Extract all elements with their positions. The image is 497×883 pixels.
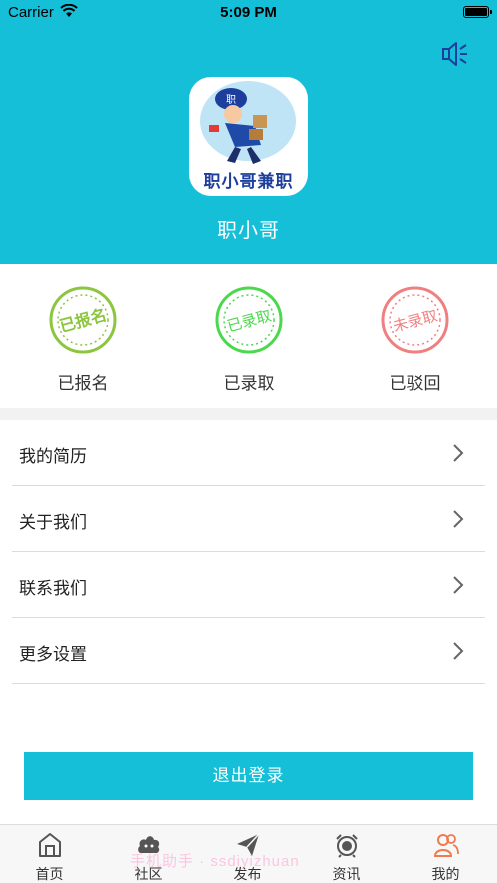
menu-item-label: 联系我们	[19, 579, 87, 598]
status-applied[interactable]: 已报名 已报名	[23, 286, 143, 396]
tab-label: 资讯	[332, 866, 361, 882]
admitted-stamp-text: 已录取	[225, 306, 273, 335]
menu-item-settings[interactable]: 更多设置	[12, 618, 485, 684]
app-name: 职小哥	[217, 220, 280, 242]
tab-news[interactable]: 资讯	[297, 825, 396, 883]
applied-stamp-text: 已报名	[57, 305, 108, 336]
menu-item-resume[interactable]: 我的简历	[12, 420, 485, 486]
menu-item-label: 更多设置	[19, 645, 87, 664]
tab-publish[interactable]: 发布	[198, 825, 297, 883]
tab-label: 发布	[233, 866, 262, 882]
status-rejected-label: 已驳回	[389, 374, 441, 393]
alarm-clock-icon	[336, 834, 358, 858]
menu-item-contact[interactable]: 联系我们	[12, 552, 485, 618]
tab-home[interactable]: 首页	[0, 825, 99, 883]
community-icon	[138, 836, 160, 854]
status-rejected[interactable]: 未录取 已驳回	[355, 286, 475, 396]
menu-item-label: 我的简历	[19, 447, 87, 466]
logout-button[interactable]: 退出登录	[24, 752, 473, 800]
tab-bar: 首页 社区 发布 资讯 我的	[0, 824, 497, 883]
rejected-stamp-text: 未录取	[391, 306, 439, 335]
speaker-icon[interactable]	[440, 40, 470, 68]
status-admitted-label: 已录取	[223, 374, 275, 393]
app-logo: 职 职小哥兼职	[189, 77, 308, 196]
settings-menu: 我的简历 关于我们 联系我们 更多设置	[0, 420, 497, 684]
send-icon	[237, 833, 260, 856]
rejected-stamp-icon: 未录取	[381, 286, 449, 354]
courier-mascot-icon: 职	[200, 81, 296, 164]
tab-label: 社区	[134, 866, 163, 882]
clock: 5:09 PM	[220, 4, 277, 21]
status-bar: Carrier 5:09 PM	[0, 0, 497, 26]
logo-text: 职小哥兼职	[203, 172, 294, 191]
tab-mine[interactable]: 我的	[396, 825, 495, 883]
chevron-right-icon	[453, 510, 464, 528]
chevron-right-icon	[453, 576, 464, 594]
chevron-right-icon	[453, 642, 464, 660]
tab-label: 首页	[35, 866, 64, 882]
menu-item-about[interactable]: 关于我们	[12, 486, 485, 552]
battery-icon	[463, 6, 492, 18]
applied-stamp-icon: 已报名	[49, 286, 117, 354]
menu-item-label: 关于我们	[19, 513, 87, 532]
profile-header: Carrier 5:09 PM 职 职小哥兼职 职小哥	[0, 0, 497, 264]
status-admitted[interactable]: 已录取 已录取	[189, 286, 309, 396]
tab-label: 我的	[431, 866, 460, 882]
home-icon	[39, 833, 61, 857]
users-icon	[433, 834, 459, 857]
svg-text:职: 职	[226, 94, 236, 106]
chevron-right-icon	[453, 444, 464, 462]
admitted-stamp-icon: 已录取	[215, 286, 283, 354]
section-divider	[0, 408, 497, 420]
application-status-row: 已报名 已报名 已录取 已录取 未录取 已驳回	[0, 264, 497, 408]
tab-community[interactable]: 社区	[99, 825, 198, 883]
status-applied-label: 已报名	[57, 374, 109, 393]
